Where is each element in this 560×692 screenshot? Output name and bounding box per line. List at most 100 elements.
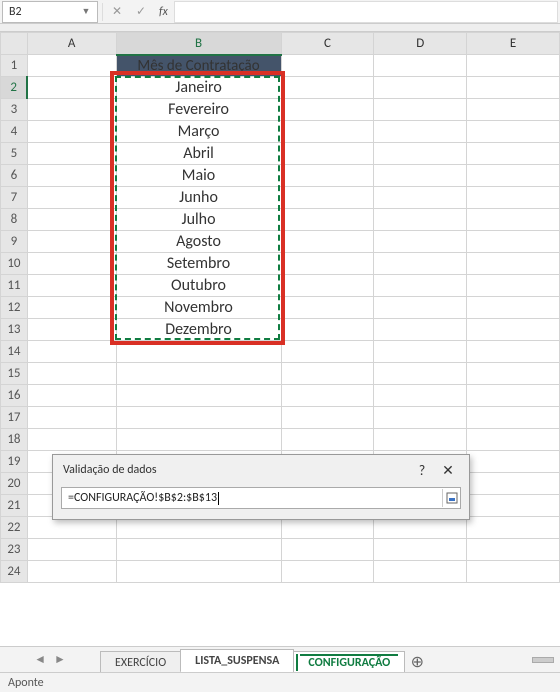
row-header-4[interactable]: 4 [1,121,28,143]
month-cell[interactable]: Maio [116,165,281,187]
cell[interactable] [467,385,560,407]
month-cell[interactable]: Novembro [116,297,281,319]
row-header-1[interactable]: 1 [1,55,28,77]
month-cell[interactable]: Janeiro [116,77,281,99]
cell[interactable] [27,209,116,231]
cell[interactable] [374,231,467,253]
cell[interactable] [281,99,374,121]
dialog-close-button[interactable]: ✕ [435,461,461,479]
row-header-17[interactable]: 17 [1,407,28,429]
row-header-16[interactable]: 16 [1,385,28,407]
cell[interactable] [281,561,374,583]
cell[interactable] [116,407,281,429]
add-sheet-button[interactable]: ⊕ [404,649,430,672]
cell[interactable] [281,363,374,385]
col-header-A[interactable]: A [27,33,116,55]
cell[interactable] [27,187,116,209]
cell[interactable] [281,187,374,209]
month-cell[interactable]: Abril [116,143,281,165]
name-box-dropdown-icon[interactable]: ▼ [81,6,91,17]
cell[interactable] [27,385,116,407]
row-header-8[interactable]: 8 [1,209,28,231]
row-header-13[interactable]: 13 [1,319,28,341]
select-all-corner[interactable] [1,33,28,55]
cell[interactable] [467,429,560,451]
cell[interactable] [116,385,281,407]
cell[interactable] [467,319,560,341]
cell[interactable] [467,121,560,143]
month-cell[interactable]: Março [116,121,281,143]
row-header-20[interactable]: 20 [1,473,28,495]
row-header-12[interactable]: 12 [1,297,28,319]
cell[interactable] [374,55,467,77]
month-cell[interactable]: Outubro [116,275,281,297]
month-cell[interactable]: Setembro [116,253,281,275]
tab-next-icon[interactable]: ► [54,652,66,667]
row-header-23[interactable]: 23 [1,539,28,561]
cell[interactable] [467,473,560,495]
cell[interactable] [374,319,467,341]
row-header-6[interactable]: 6 [1,165,28,187]
month-cell[interactable]: Fevereiro [116,99,281,121]
row-header-11[interactable]: 11 [1,275,28,297]
cell[interactable] [467,363,560,385]
cell[interactable] [27,77,116,99]
col-header-D[interactable]: D [374,33,467,55]
cell[interactable] [27,407,116,429]
cell[interactable] [27,143,116,165]
cell[interactable] [467,451,560,473]
cell[interactable] [27,319,116,341]
cell[interactable] [374,209,467,231]
cell[interactable] [467,341,560,363]
cancel-button[interactable]: ✕ [105,1,129,23]
tab-prev-icon[interactable]: ◄ [34,652,46,667]
collapse-dialog-button[interactable] [442,489,460,507]
month-cell[interactable]: Julho [116,209,281,231]
cell[interactable] [116,429,281,451]
row-header-15[interactable]: 15 [1,363,28,385]
row-header-7[interactable]: 7 [1,187,28,209]
cell[interactable] [281,319,374,341]
row-header-14[interactable]: 14 [1,341,28,363]
cell[interactable] [374,561,467,583]
row-header-21[interactable]: 21 [1,495,28,517]
cell[interactable] [116,341,281,363]
cell[interactable] [374,385,467,407]
row-header-22[interactable]: 22 [1,517,28,539]
cell[interactable] [467,275,560,297]
name-box[interactable]: B2 ▼ [2,1,98,23]
month-cell[interactable]: Junho [116,187,281,209]
cell[interactable] [281,539,374,561]
cell[interactable] [281,77,374,99]
row-header-2[interactable]: 2 [1,77,28,99]
month-cell[interactable]: Dezembro [116,319,281,341]
dialog-help-button[interactable]: ? [409,461,435,479]
dialog-titlebar[interactable]: Validação de dados ? ✕ [53,455,469,483]
cell[interactable] [467,539,560,561]
row-header-24[interactable]: 24 [1,561,28,583]
formula-input[interactable] [174,1,558,23]
sheet-tab-exercicio[interactable]: EXERCÍCIO [100,651,181,673]
cell[interactable] [27,165,116,187]
cell[interactable] [27,231,116,253]
sheet-tab-lista-suspensa[interactable]: LISTA_SUSPENSA [180,649,294,673]
cell[interactable] [374,297,467,319]
cell[interactable] [374,77,467,99]
cell[interactable] [374,99,467,121]
cell[interactable] [281,253,374,275]
col-header-B[interactable]: B [116,33,281,55]
cell[interactable] [27,539,116,561]
cell[interactable] [27,121,116,143]
cell[interactable] [374,253,467,275]
cell[interactable] [27,429,116,451]
row-header-5[interactable]: 5 [1,143,28,165]
cell[interactable] [281,275,374,297]
cell[interactable] [116,561,281,583]
cell[interactable] [374,363,467,385]
col-header-E[interactable]: E [467,33,560,55]
cell[interactable] [281,55,374,77]
cell[interactable] [374,143,467,165]
cell[interactable] [467,165,560,187]
enter-button[interactable]: ✓ [129,1,153,23]
month-cell[interactable]: Agosto [116,231,281,253]
